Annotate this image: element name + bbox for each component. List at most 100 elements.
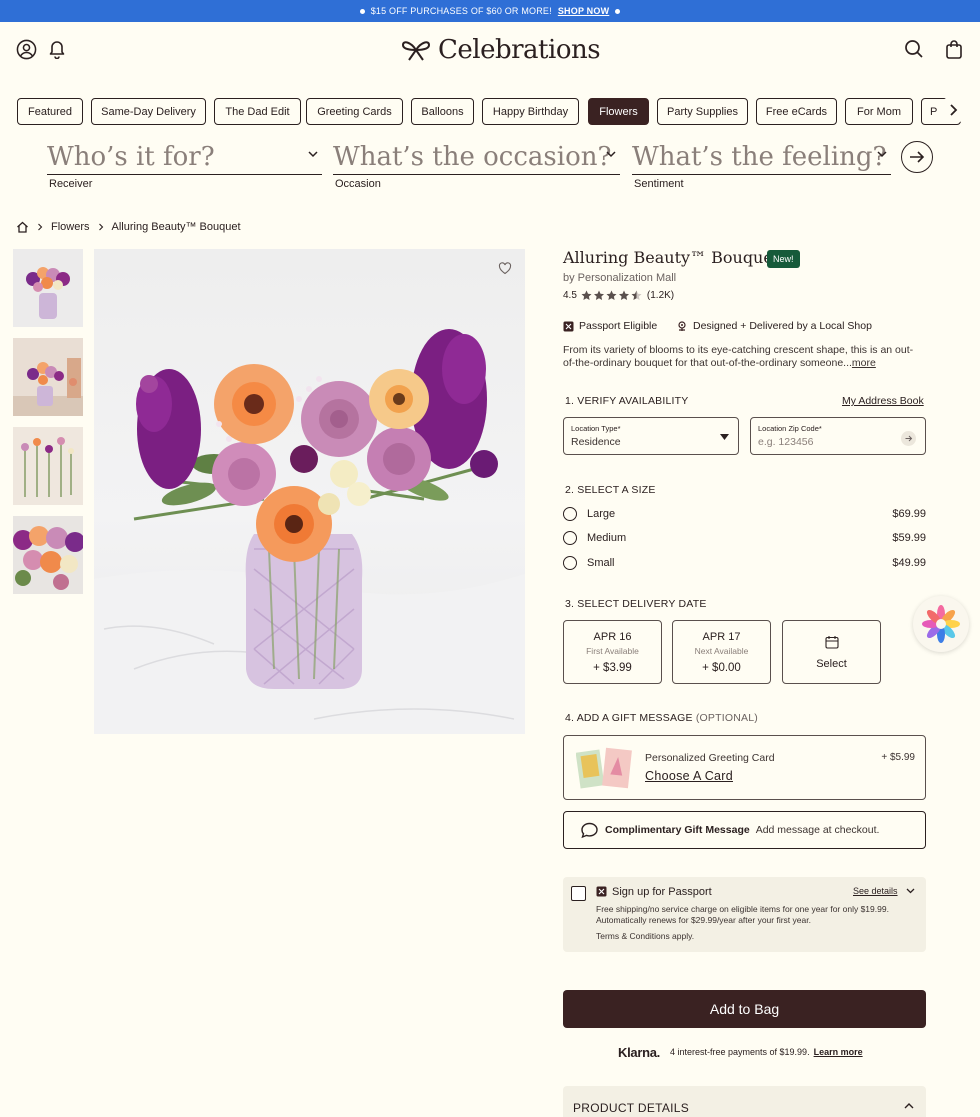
klarna-logo: Klarna.: [618, 1044, 660, 1060]
promo-text: $15 OFF PURCHASES OF $60 OR MORE!: [370, 6, 552, 16]
chevron-down-icon: [308, 151, 318, 158]
product-brand[interactable]: by Personalization Mall: [563, 272, 676, 284]
category-pill-balloons[interactable]: Balloons: [411, 98, 474, 125]
zip-code-field[interactable]: Location Zip Code* e.g. 123456: [750, 417, 926, 455]
sentiment-select[interactable]: What’s the feeling? Sentiment: [632, 140, 891, 190]
shop-now-link[interactable]: SHOP NOW: [558, 6, 609, 16]
promo-dot-left: [359, 8, 365, 14]
category-pill-flowers[interactable]: Flowers: [588, 98, 649, 125]
product-rating[interactable]: 4.5 (1.2K): [563, 290, 674, 301]
passport-see-details-link[interactable]: See details: [853, 886, 898, 896]
delivery-date-apr17[interactable]: APR 17 Next Available + $0.00: [672, 620, 771, 684]
size-option-small[interactable]: Small $49.99: [563, 556, 926, 572]
new-badge: New!: [767, 250, 800, 268]
rating-value: 4.5: [563, 290, 577, 301]
receiver-label: Receiver: [49, 178, 93, 190]
occasion-placeholder: What’s the occasion?: [333, 142, 612, 172]
size-option-large[interactable]: Large $69.99: [563, 507, 926, 523]
size-option-medium[interactable]: Medium $59.99: [563, 531, 926, 547]
delivery-date: APR 17: [702, 631, 741, 643]
size-name: Small: [587, 557, 615, 569]
breadcrumb-flowers-link[interactable]: Flowers: [51, 221, 90, 233]
add-to-bag-button[interactable]: Add to Bag: [563, 990, 926, 1028]
category-pill-for-mom[interactable]: For Mom: [845, 98, 913, 125]
product-description: From its variety of blooms to its eye-ca…: [563, 344, 923, 370]
category-pill-greeting-cards[interactable]: Greeting Cards: [306, 98, 403, 125]
product-thumbnail-1[interactable]: [13, 249, 83, 327]
passport-eligible-text: Passport Eligible: [579, 320, 658, 332]
local-shop-text: Designed + Delivered by a Local Shop: [693, 320, 872, 332]
product-thumbnail-2[interactable]: [13, 338, 83, 416]
delivery-date-picker-button[interactable]: Select: [782, 620, 881, 684]
location-type-value: Residence: [571, 436, 621, 448]
delivery-date-apr16[interactable]: APR 16 First Available + $3.99: [563, 620, 662, 684]
category-pill-dad-edit[interactable]: The Dad Edit: [214, 98, 301, 125]
category-nav: Featured Same-Day Delivery The Dad Edit …: [17, 98, 967, 126]
gift-message-button[interactable]: Complimentary Gift Message Add message a…: [563, 811, 926, 849]
choose-card-link[interactable]: Choose A Card: [645, 769, 733, 783]
product-details-accordion[interactable]: PRODUCT DETAILS: [563, 1086, 926, 1117]
category-scroll-next-button[interactable]: [939, 96, 967, 124]
category-pill-same-day-delivery[interactable]: Same-Day Delivery: [91, 98, 206, 125]
klarna-text: 4 interest-free payments of $19.99.: [669, 1047, 810, 1057]
bow-logo-icon: [401, 41, 431, 61]
location-type-select[interactable]: Location Type* Residence: [563, 417, 739, 455]
delivery-date-note: First Available: [586, 646, 639, 656]
category-pill-party-supplies[interactable]: Party Supplies: [657, 98, 748, 125]
category-pill-featured[interactable]: Featured: [17, 98, 83, 125]
size-radio[interactable]: [563, 556, 577, 570]
zip-submit-button[interactable]: [901, 431, 916, 446]
delivery-date-note: Next Available: [694, 646, 749, 656]
passport-eligible-feature: Passport Eligible: [563, 319, 657, 333]
passport-icon: [596, 886, 607, 897]
site-logo[interactable]: Celebrations: [400, 34, 601, 66]
gift-message-note: Add message at checkout.: [755, 824, 880, 836]
zip-code-label: Location Zip Code*: [758, 424, 822, 433]
product-details-title: PRODUCT DETAILS: [573, 1101, 690, 1115]
occasion-underline: [333, 174, 620, 175]
arrow-right-icon: [910, 151, 925, 163]
size-radio[interactable]: [563, 531, 577, 545]
passport-checkbox[interactable]: [571, 886, 586, 901]
greeting-card-option[interactable]: Personalized Greeting Card Choose A Card…: [563, 735, 926, 800]
rating-stars-icon: [581, 290, 642, 300]
read-more-link[interactable]: more: [852, 357, 876, 369]
zip-code-placeholder: e.g. 123456: [758, 436, 814, 448]
passport-icon: [563, 321, 574, 331]
chevron-down-icon[interactable]: [906, 888, 915, 894]
greeting-card-title: Personalized Greeting Card: [645, 752, 775, 764]
gift-message-label: Complimentary Gift Message: [605, 824, 750, 836]
search-icon[interactable]: [903, 38, 925, 60]
receiver-underline: [47, 174, 322, 175]
promo-dot-right: [615, 8, 621, 14]
breadcrumb-separator-icon: [38, 223, 43, 231]
account-icon[interactable]: [15, 38, 37, 60]
notification-bell-icon[interactable]: [46, 38, 68, 60]
home-icon[interactable]: [16, 221, 29, 233]
passport-terms[interactable]: Terms & Conditions apply.: [596, 931, 694, 941]
occasion-select[interactable]: What’s the occasion? Occasion: [333, 140, 620, 190]
finder-submit-button[interactable]: [901, 141, 933, 173]
chevron-down-icon: [606, 151, 616, 158]
sentiment-placeholder: What’s the feeling?: [632, 142, 887, 172]
floating-assistant-button[interactable]: [913, 596, 969, 652]
receiver-select[interactable]: Who’s it for? Receiver: [47, 140, 322, 190]
delivery-section-title: 3. SELECT DELIVERY DATE: [565, 598, 707, 610]
breadcrumb: Flowers Alluring Beauty™ Bouquet: [16, 220, 241, 234]
chevron-up-icon: [904, 1103, 914, 1109]
passport-line-1: Free shipping/no service charge on eligi…: [596, 904, 889, 914]
product-thumbnail-4[interactable]: [13, 516, 83, 594]
gift-message-optional: (OPTIONAL): [695, 712, 758, 724]
size-price: $69.99: [892, 508, 926, 520]
klarna-learn-more-link[interactable]: Learn more: [814, 1047, 863, 1057]
shopping-bag-icon[interactable]: [943, 38, 965, 60]
location-type-label: Location Type*: [571, 424, 621, 433]
address-book-link[interactable]: My Address Book: [842, 395, 924, 407]
category-pill-happy-birthday[interactable]: Happy Birthday: [482, 98, 579, 125]
local-florist-icon: [678, 321, 686, 331]
product-thumbnail-3[interactable]: [13, 427, 83, 505]
category-pill-free-ecards[interactable]: Free eCards: [756, 98, 837, 125]
favorite-heart-icon[interactable]: [498, 261, 512, 275]
greeting-card-image: [576, 747, 632, 789]
size-radio[interactable]: [563, 507, 577, 521]
